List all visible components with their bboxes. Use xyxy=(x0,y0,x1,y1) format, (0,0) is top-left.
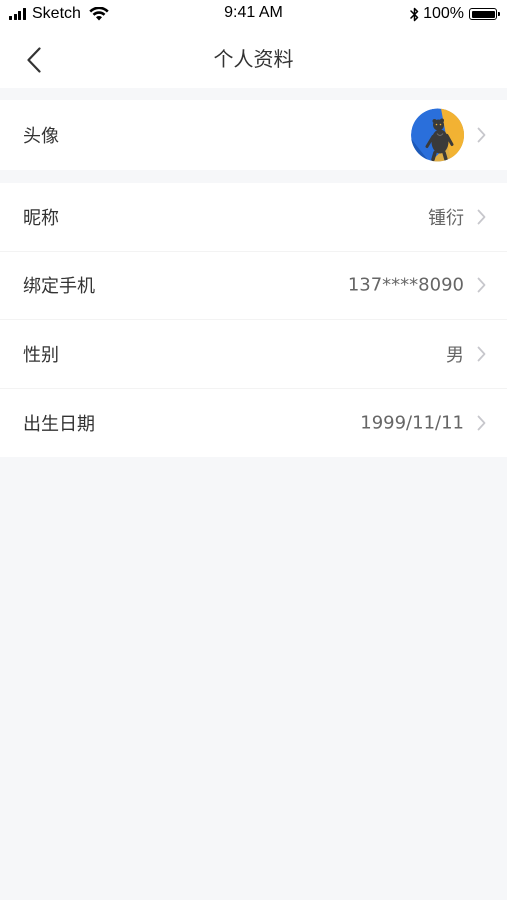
bluetooth-icon xyxy=(410,7,419,21)
birthdate-value: 1999/11/11 xyxy=(360,412,464,434)
gender-value: 男 xyxy=(446,344,464,366)
phone-label: 绑定手机 xyxy=(23,276,95,298)
status-bar-right: 100% xyxy=(410,4,500,24)
avatar-section: 头像 xyxy=(0,100,507,170)
nickname-row[interactable]: 昵称 锺衍 xyxy=(0,183,507,252)
page-title: 个人资料 xyxy=(213,47,294,71)
avatar-image xyxy=(411,108,464,162)
profile-info-section: 昵称 锺衍 绑定手机 137****8090 性别 男 出生日期 1999/11… xyxy=(0,183,507,457)
phone-row[interactable]: 绑定手机 137****8090 xyxy=(0,252,507,320)
chevron-right-icon xyxy=(477,209,486,225)
birthdate-row[interactable]: 出生日期 1999/11/11 xyxy=(0,389,507,458)
chevron-right-icon xyxy=(477,415,486,431)
avatar xyxy=(411,108,464,162)
chevron-right-icon xyxy=(477,346,486,362)
gender-row[interactable]: 性别 男 xyxy=(0,320,507,389)
nav-bar: 个人资料 xyxy=(0,30,507,88)
chevron-right-icon xyxy=(477,277,486,293)
birthdate-label: 出生日期 xyxy=(23,413,95,435)
battery-percent: 100% xyxy=(423,5,464,22)
avatar-row[interactable]: 头像 xyxy=(0,100,507,170)
chevron-right-icon xyxy=(477,127,486,143)
nickname-label: 昵称 xyxy=(23,207,59,229)
status-bar: Sketch 9:41 AM 100% xyxy=(0,0,507,30)
nickname-value: 锺衍 xyxy=(428,207,464,229)
avatar-label: 头像 xyxy=(23,126,59,147)
gender-label: 性别 xyxy=(23,344,59,366)
battery-icon xyxy=(469,8,500,20)
phone-value: 137****8090 xyxy=(347,274,464,296)
